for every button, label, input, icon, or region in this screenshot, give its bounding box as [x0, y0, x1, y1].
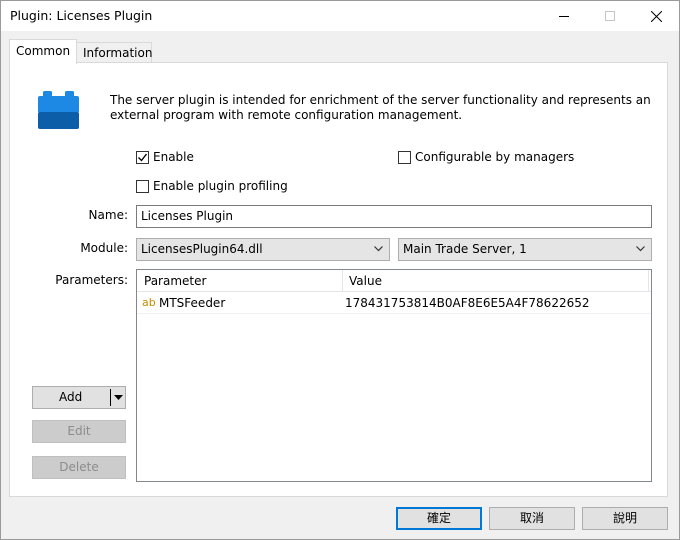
window-title: Plugin: Licenses Plugin	[10, 8, 153, 23]
maximize-button	[587, 1, 633, 31]
ok-button[interactable]: 確定	[396, 507, 482, 530]
chevron-down-icon	[374, 246, 383, 252]
column-separator[interactable]	[648, 270, 649, 292]
tab-information[interactable]: Information	[76, 42, 152, 63]
add-button-split	[110, 389, 111, 406]
close-icon	[650, 10, 662, 22]
title-bar[interactable]: Plugin: Licenses Plugin	[1, 1, 679, 31]
minimize-button[interactable]	[541, 1, 587, 31]
parameter-name-cell: MTSFeeder	[159, 296, 226, 310]
chevron-down-icon	[636, 246, 645, 252]
parameters-table[interactable]: Parameter Value ab MTSFeeder 17843175381…	[136, 269, 652, 482]
server-select-value: Main Trade Server, 1	[403, 242, 527, 256]
enable-label: Enable	[153, 150, 194, 164]
enable-checkbox[interactable]: Enable	[136, 150, 194, 164]
common-panel: The server plugin is intended for enrich…	[9, 62, 668, 497]
tab-common-label: Common	[16, 44, 71, 58]
add-button[interactable]: Add	[32, 386, 126, 409]
help-button[interactable]: 說明	[582, 507, 668, 530]
name-input[interactable]: Licenses Plugin	[136, 205, 652, 228]
plugin-description: The server plugin is intended for enrich…	[110, 93, 651, 122]
tab-information-label: Information	[83, 46, 153, 60]
add-button-label: Add	[59, 390, 83, 404]
plugin-icon	[38, 91, 80, 132]
configurable-label: Configurable by managers	[415, 150, 575, 164]
name-label: Name:	[88, 208, 128, 222]
maximize-icon	[605, 11, 615, 21]
parameter-value-cell: 178431753814B0AF8E6E5A4F78622652	[345, 296, 590, 310]
delete-button[interactable]: Delete	[32, 456, 126, 479]
edit-button[interactable]: Edit	[32, 420, 126, 443]
parameters-label: Parameters:	[55, 273, 128, 287]
profiling-label: Enable plugin profiling	[153, 179, 288, 193]
parameters-table-header: Parameter Value	[137, 270, 651, 292]
server-select[interactable]: Main Trade Server, 1	[398, 238, 652, 261]
close-button[interactable]	[633, 1, 679, 31]
profiling-checkbox[interactable]: Enable plugin profiling	[136, 179, 288, 193]
column-header-parameter[interactable]: Parameter	[137, 270, 342, 292]
configurable-checkbox-box[interactable]	[398, 150, 411, 164]
minimize-icon	[559, 16, 569, 17]
enable-checkbox-box[interactable]	[136, 150, 149, 164]
module-select-value: LicensesPlugin64.dll	[141, 242, 263, 256]
table-row[interactable]: ab MTSFeeder 178431753814B0AF8E6E5A4F786…	[137, 293, 651, 314]
profiling-checkbox-box[interactable]	[136, 179, 149, 193]
dropdown-arrow-icon[interactable]	[114, 395, 123, 401]
string-type-icon: ab	[142, 296, 156, 309]
module-label: Module:	[80, 241, 128, 255]
cancel-button[interactable]: 取消	[489, 507, 575, 530]
plugin-dialog: Plugin: Licenses Plugin Common Informati…	[0, 0, 680, 540]
configurable-checkbox[interactable]: Configurable by managers	[398, 150, 574, 164]
module-select[interactable]: LicensesPlugin64.dll	[136, 238, 390, 261]
tab-common[interactable]: Common	[9, 39, 77, 64]
column-header-value[interactable]: Value	[342, 270, 647, 292]
checkmark-icon	[138, 153, 148, 162]
